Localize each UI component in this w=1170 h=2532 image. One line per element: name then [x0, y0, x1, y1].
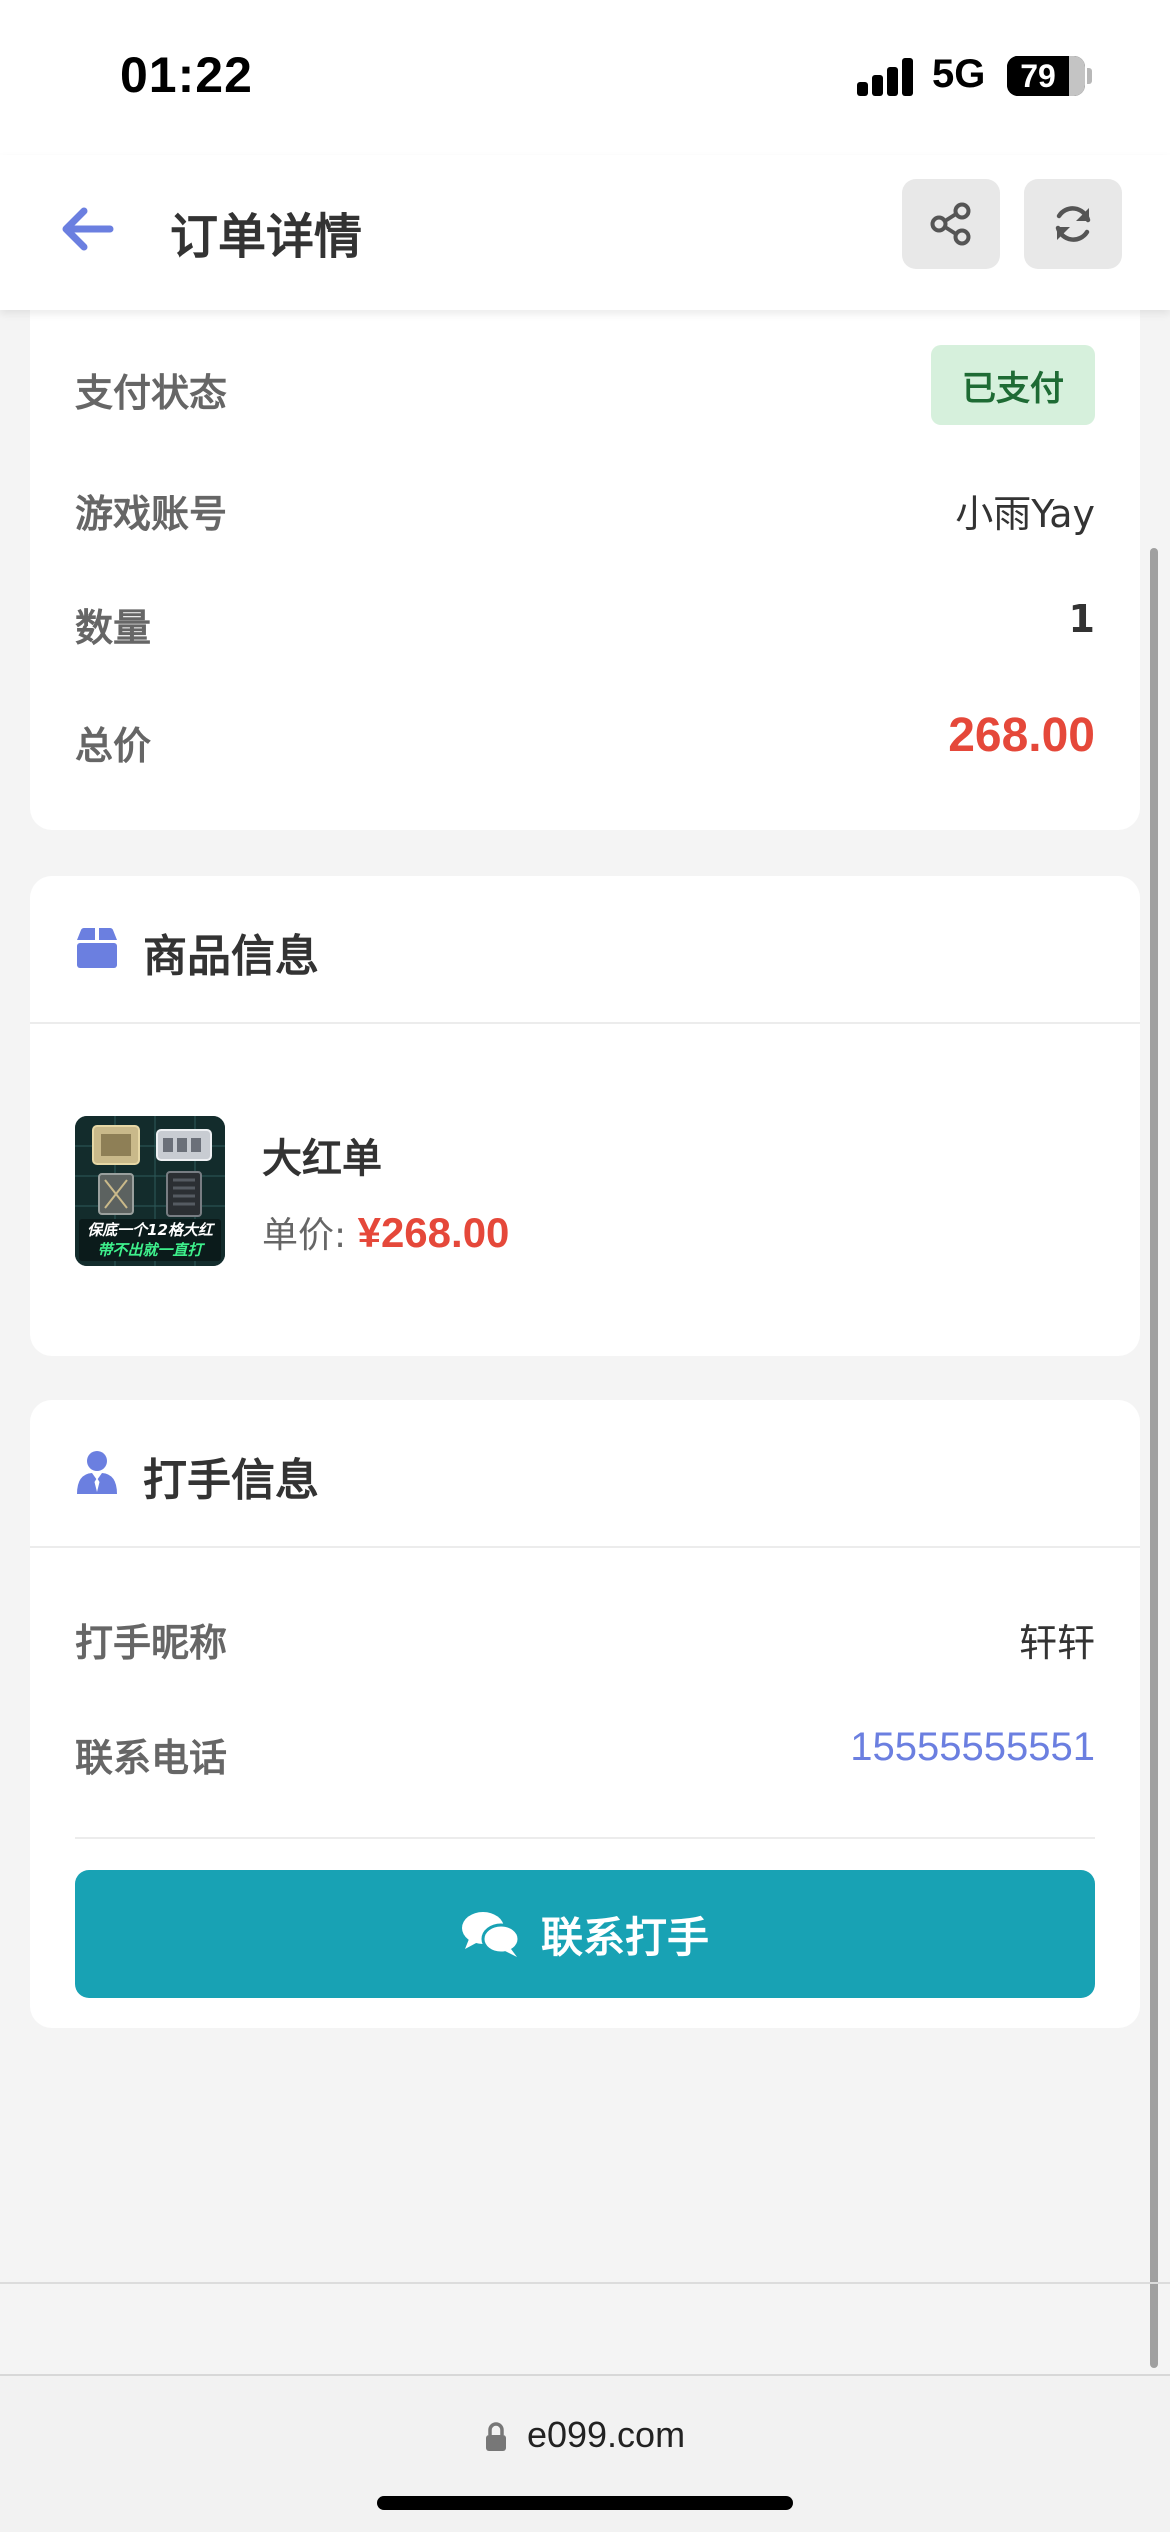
- player-nickname-value: 轩轩: [1018, 1621, 1095, 1665]
- share-button[interactable]: [902, 179, 1000, 269]
- product-thumbnail[interactable]: 保底一个12格大红 带不出就一直打: [75, 1116, 225, 1266]
- contact-player-button[interactable]: 联系打手: [75, 1870, 1095, 1998]
- unit-price-value: ¥268.00: [357, 1209, 510, 1256]
- unit-price: 单价: ¥268.00: [262, 1206, 509, 1258]
- contact-phone-label: 联系电话: [75, 1736, 228, 1780]
- refresh-icon: [1055, 206, 1091, 242]
- page-bottom-divider: [0, 2282, 1170, 2284]
- browser-bar: e099.com: [0, 2374, 1170, 2532]
- product-name[interactable]: 大红单: [262, 1126, 382, 1184]
- quantity-value: 1: [1068, 597, 1095, 641]
- pay-status-label: 支付状态: [75, 371, 228, 415]
- thumb-caption-line2: 带不出就一直打: [97, 1241, 203, 1259]
- status-badge: 已支付: [931, 345, 1095, 425]
- contact-phone-link[interactable]: 15555555551: [850, 1725, 1095, 1770]
- page-title: 订单详情: [170, 209, 363, 265]
- total-price-label: 总价: [75, 724, 152, 768]
- share-icon: [930, 202, 971, 246]
- status-bar: 01:22 5G 79: [0, 0, 1170, 155]
- signal-icon: [857, 58, 915, 96]
- product-section-header: 商品信息: [30, 876, 1140, 1024]
- game-account-label: 游戏账号: [75, 492, 228, 536]
- back-button[interactable]: [56, 197, 120, 261]
- status-time: 01:22: [120, 47, 253, 103]
- page-header: 订单详情: [0, 155, 1170, 310]
- network-type: 5G: [932, 52, 986, 96]
- player-section-header: 打手信息: [30, 1400, 1140, 1548]
- game-account-value: 小雨Yay: [955, 492, 1095, 536]
- order-info-card: 支付状态 已支付 游戏账号 小雨Yay 数量 1 总价 268.00: [30, 290, 1140, 830]
- thumb-caption-line1: 保底一个12格大红: [87, 1221, 213, 1239]
- battery-tip: [1087, 68, 1092, 84]
- lock-icon: [485, 2422, 506, 2452]
- scrollbar[interactable]: [1150, 548, 1158, 2368]
- box-icon: [77, 928, 117, 968]
- contact-player-label: 联系打手: [540, 1912, 709, 1962]
- product-info-card: 商品信息 保底一个12格大红 带不出就一直打 大红单 单价: ¥268.00: [30, 876, 1140, 1356]
- product-section-title: 商品信息: [143, 931, 319, 982]
- home-indicator[interactable]: [377, 2496, 793, 2510]
- player-info-card: 打手信息 打手昵称 轩轩 联系电话 15555555551 联系打手: [30, 1400, 1140, 2028]
- player-section-title: 打手信息: [143, 1455, 319, 1506]
- user-tie-icon: [77, 1451, 117, 1494]
- address-bar[interactable]: e099.com: [0, 2414, 1170, 2456]
- unit-price-label: 单价:: [262, 1215, 347, 1256]
- refresh-button[interactable]: [1024, 179, 1122, 269]
- url-text: e099.com: [526, 2414, 686, 2455]
- back-arrow-icon: [62, 207, 114, 251]
- battery-icon: 79: [1007, 56, 1085, 96]
- divider: [75, 1837, 1095, 1839]
- chat-icon: [461, 1912, 521, 1957]
- quantity-label: 数量: [75, 606, 152, 650]
- player-nickname-label: 打手昵称: [75, 1621, 228, 1665]
- battery-level: 79: [1020, 58, 1056, 94]
- total-price-value: 268.00: [948, 709, 1095, 762]
